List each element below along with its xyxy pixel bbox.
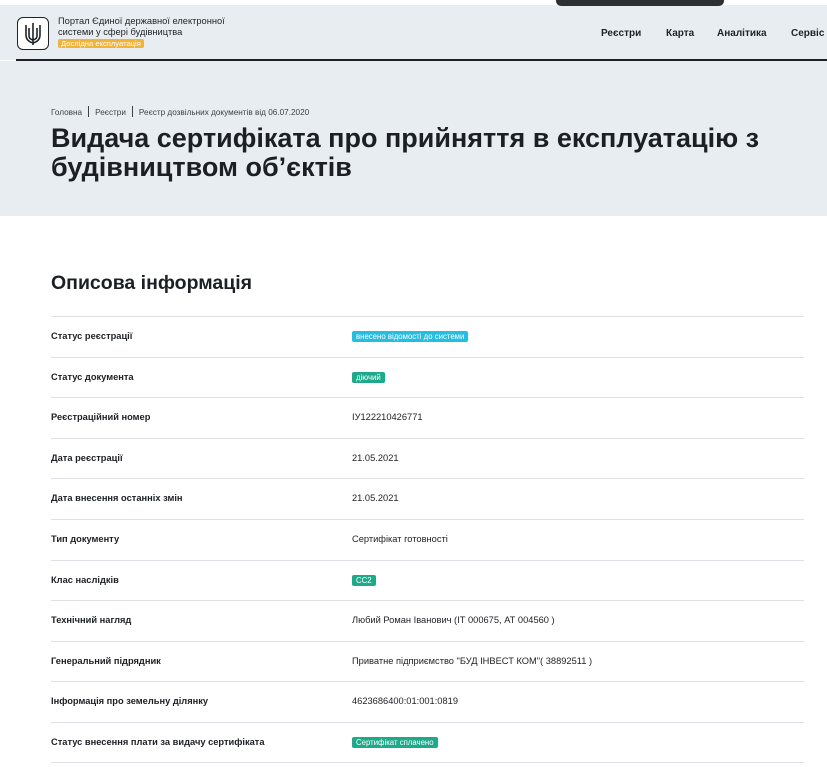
- row-label: Дата реєстрації: [51, 452, 123, 463]
- row-label: Статус реєстрації: [51, 331, 133, 341]
- row-value: 21.05.2021: [352, 452, 399, 463]
- trident-emblem-icon[interactable]: [17, 17, 49, 50]
- nav-registries[interactable]: Реєстри: [601, 28, 641, 39]
- breadcrumb-home[interactable]: Головна: [51, 108, 82, 117]
- row-value: СС2: [352, 574, 376, 586]
- row-value: Приватне підприємство "БУД ІНВЕСТ КОМ"( …: [352, 655, 593, 666]
- info-row-document-type: Тип документу Сертифікат готовності: [51, 518, 804, 560]
- info-row-registration-number: Реєстраційний номер ІУ122210426771: [51, 397, 804, 438]
- info-row-general-contractor: Генеральний підрядник Приватне підприємс…: [51, 640, 804, 682]
- nav-map[interactable]: Карта: [666, 28, 694, 39]
- nav-analytics[interactable]: Аналітика: [717, 28, 767, 39]
- info-table: Статус реєстрації внесено відомості до с…: [51, 316, 804, 763]
- page-title: Видача сертифіката про прийняття в експл…: [51, 124, 827, 182]
- row-label: Статус внесення плати за видачу сертифік…: [51, 736, 265, 747]
- row-label: Дата внесення останніх змін: [51, 493, 183, 504]
- row-label: Тип документу: [51, 533, 120, 544]
- class-badge: СС2: [352, 574, 376, 586]
- info-row-registration-date: Дата реєстрації 21.05.2021: [51, 437, 804, 479]
- info-row-land-plot: Інформація про земельну ділянку 46236864…: [51, 681, 804, 722]
- page-title-line-1: Видача сертифіката про прийняття в експл…: [51, 123, 760, 153]
- beta-badge: Дослідна експлуатація: [58, 38, 144, 48]
- info-row-consequence-class: Клас наслідків СС2: [51, 559, 804, 601]
- portal-title[interactable]: Портал Єдиної державної електронної сист…: [58, 16, 233, 50]
- row-label: Статус документа: [51, 371, 134, 382]
- portal-title-text: Портал Єдиної державної електронної сист…: [58, 16, 225, 38]
- breadcrumb-separator: [88, 106, 90, 117]
- breadcrumb-registries[interactable]: Реєстри: [95, 108, 126, 117]
- info-row-fee-status: Статус внесення плати за видачу сертифік…: [51, 721, 804, 763]
- breadcrumb-current[interactable]: Реєстр дозвільних документів від 06.07.2…: [139, 108, 309, 117]
- breadcrumb: Головна Реєстри Реєстр дозвільних документ…: [51, 106, 309, 117]
- row-label: Реєстраційний номер: [51, 412, 151, 423]
- row-value: Любий Роман Іванович (ІТ 000675, АТ 0045…: [352, 615, 555, 626]
- row-label: Інформація про земельну ділянку: [51, 696, 209, 707]
- row-value: діючий: [352, 371, 385, 383]
- section-title: Описова інформація: [51, 272, 253, 294]
- row-value: 4623686400:01:001:0819: [352, 696, 458, 707]
- status-badge: діючий: [352, 371, 385, 383]
- status-badge: Сертифікат сплачено: [352, 736, 438, 748]
- info-row-registration-status: Статус реєстрації внесено відомості до с…: [51, 316, 804, 357]
- info-row-technical-supervision: Технічний нагляд Любий Роман Іванович (І…: [51, 600, 804, 641]
- nav-services[interactable]: Сервіс: [791, 28, 824, 39]
- status-badge: внесено відомості до системи: [352, 331, 469, 342]
- info-row-document-status: Статус документа діючий: [51, 356, 804, 398]
- row-value: 21.05.2021: [352, 493, 399, 504]
- row-value: ІУ122210426771: [352, 412, 423, 423]
- overlay-popup-edge: [556, 0, 724, 6]
- breadcrumb-separator: [131, 106, 133, 117]
- row-value: Сертифікат сплачено: [352, 736, 438, 748]
- row-value: внесено відомості до системи: [352, 331, 469, 342]
- page-title-line-2: будівництвом об’єктів: [51, 152, 352, 182]
- row-value: Сертифікат готовності: [352, 533, 448, 544]
- info-row-last-change-date: Дата внесення останніх змін 21.05.2021: [51, 478, 804, 519]
- row-label: Клас наслідків: [51, 574, 119, 585]
- row-label: Технічний нагляд: [51, 615, 132, 626]
- row-label: Генеральний підрядник: [51, 655, 161, 666]
